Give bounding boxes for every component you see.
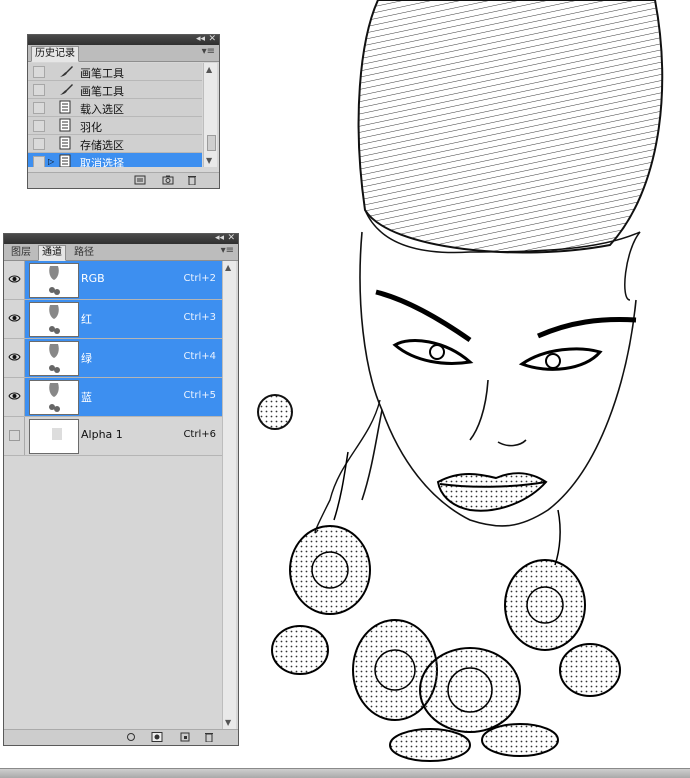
visibility-toggle[interactable]: [4, 300, 25, 338]
close-icon[interactable]: ✕: [227, 233, 235, 244]
tab-channels[interactable]: 通道: [38, 245, 66, 261]
channel-shortcut: Ctrl+5: [183, 390, 216, 401]
channel-row-green[interactable]: 绿 Ctrl+4: [4, 339, 222, 378]
panel-menu-icon[interactable]: ▾≡: [202, 46, 215, 57]
document-icon: [59, 118, 71, 132]
channels-tabstrip: 图层 通道 路径 ▾≡: [4, 244, 238, 261]
channel-list: RGB Ctrl+2 红 Ctrl+3 绿 Ctrl+4 蓝 Ctrl+5 Al…: [4, 261, 222, 456]
history-item-label: 羽化: [80, 121, 102, 134]
channel-thumbnail: [29, 380, 79, 415]
channels-panel: ◂◂ ✕ 图层 通道 路径 ▾≡ RGB Ctrl+2 红 Ctrl+3 绿 C…: [3, 233, 239, 746]
history-item[interactable]: 载入选区: [28, 99, 202, 117]
channel-row-rgb[interactable]: RGB Ctrl+2: [4, 261, 222, 300]
scroll-up-icon[interactable]: ▲: [225, 263, 231, 272]
trash-icon[interactable]: [186, 175, 198, 185]
channel-name: 红: [81, 313, 92, 326]
close-icon[interactable]: ✕: [208, 34, 216, 45]
channel-name: RGB: [81, 272, 105, 285]
history-source-checkbox[interactable]: [33, 102, 45, 114]
channel-thumbnail: [29, 263, 79, 298]
eye-icon: [8, 353, 21, 361]
history-item-label: 载入选区: [80, 103, 124, 116]
collapse-icon[interactable]: ◂◂: [196, 34, 205, 45]
new-document-from-state-icon[interactable]: [134, 175, 146, 185]
visibility-toggle[interactable]: [4, 339, 25, 377]
channel-name: 绿: [81, 352, 92, 365]
load-selection-icon[interactable]: [125, 732, 137, 742]
channel-shortcut: Ctrl+6: [183, 429, 216, 440]
channel-thumbnail: [29, 419, 79, 454]
history-source-checkbox[interactable]: [33, 156, 45, 167]
document-icon: [59, 136, 71, 150]
history-source-checkbox[interactable]: [33, 66, 45, 78]
channels-scrollbar[interactable]: ▲ ▼: [222, 261, 236, 729]
history-source-checkbox[interactable]: [33, 138, 45, 150]
history-item-label: 画笔工具: [80, 67, 124, 80]
history-footer: [28, 172, 219, 188]
current-state-marker-icon: ▷: [48, 157, 55, 166]
trash-icon[interactable]: [203, 732, 215, 742]
history-item[interactable]: 画笔工具: [28, 81, 202, 99]
visibility-toggle[interactable]: [4, 417, 25, 455]
brush-icon: [60, 66, 73, 77]
eye-icon: [8, 392, 21, 400]
history-source-checkbox[interactable]: [33, 120, 45, 132]
scroll-down-icon[interactable]: ▼: [206, 156, 212, 165]
camera-snapshot-icon[interactable]: [162, 175, 174, 185]
channel-shortcut: Ctrl+3: [183, 312, 216, 323]
channel-row-alpha-1[interactable]: Alpha 1 Ctrl+6: [4, 417, 222, 456]
scroll-thumb[interactable]: [207, 135, 216, 151]
eye-icon: [8, 314, 21, 322]
visibility-toggle[interactable]: [4, 261, 25, 299]
document-icon: [59, 100, 71, 114]
history-tabstrip: 历史记录 ▾≡: [28, 45, 219, 62]
channel-thumbnail: [29, 302, 79, 337]
panel-menu-icon[interactable]: ▾≡: [221, 245, 234, 256]
channels-footer: [4, 729, 238, 745]
channels-titlebar[interactable]: ◂◂ ✕: [4, 233, 238, 244]
history-item-label: 取消选择: [80, 157, 124, 167]
history-item[interactable]: 画笔工具: [28, 63, 202, 81]
channel-shortcut: Ctrl+2: [183, 273, 216, 284]
history-panel: ◂◂ ✕ 历史记录 ▾≡ 画笔工具 画笔工具 载入选区 羽化 存储选区 ▷ 取消…: [27, 34, 220, 189]
history-item[interactable]: 存储选区: [28, 135, 202, 153]
document-icon: [59, 154, 71, 167]
brush-icon: [60, 84, 73, 95]
tab-paths[interactable]: 路径: [70, 245, 98, 261]
channel-thumbnail: [29, 341, 79, 376]
tab-history[interactable]: 历史记录: [31, 46, 79, 62]
eye-icon: [8, 275, 21, 283]
save-selection-icon[interactable]: [151, 732, 163, 742]
channel-row-red[interactable]: 红 Ctrl+3: [4, 300, 222, 339]
scroll-up-icon[interactable]: ▲: [206, 65, 212, 74]
new-channel-icon[interactable]: [179, 732, 191, 742]
history-list: 画笔工具 画笔工具 载入选区 羽化 存储选区 ▷ 取消选择: [28, 63, 202, 167]
history-item-label: 存储选区: [80, 139, 124, 152]
channel-name: 蓝: [81, 391, 92, 404]
history-item-selected[interactable]: ▷ 取消选择: [28, 153, 202, 167]
scroll-down-icon[interactable]: ▼: [225, 718, 231, 727]
visibility-off-box: [9, 430, 20, 441]
channel-shortcut: Ctrl+4: [183, 351, 216, 362]
history-item[interactable]: 羽化: [28, 117, 202, 135]
history-scrollbar[interactable]: ▲ ▼: [203, 63, 217, 167]
channel-name: Alpha 1: [81, 428, 123, 441]
history-titlebar[interactable]: ◂◂ ✕: [28, 34, 219, 45]
history-source-checkbox[interactable]: [33, 84, 45, 96]
visibility-toggle[interactable]: [4, 378, 25, 416]
tab-layers[interactable]: 图层: [7, 245, 35, 261]
channel-row-blue[interactable]: 蓝 Ctrl+5: [4, 378, 222, 417]
collapse-icon[interactable]: ◂◂: [215, 233, 224, 244]
history-item-label: 画笔工具: [80, 85, 124, 98]
